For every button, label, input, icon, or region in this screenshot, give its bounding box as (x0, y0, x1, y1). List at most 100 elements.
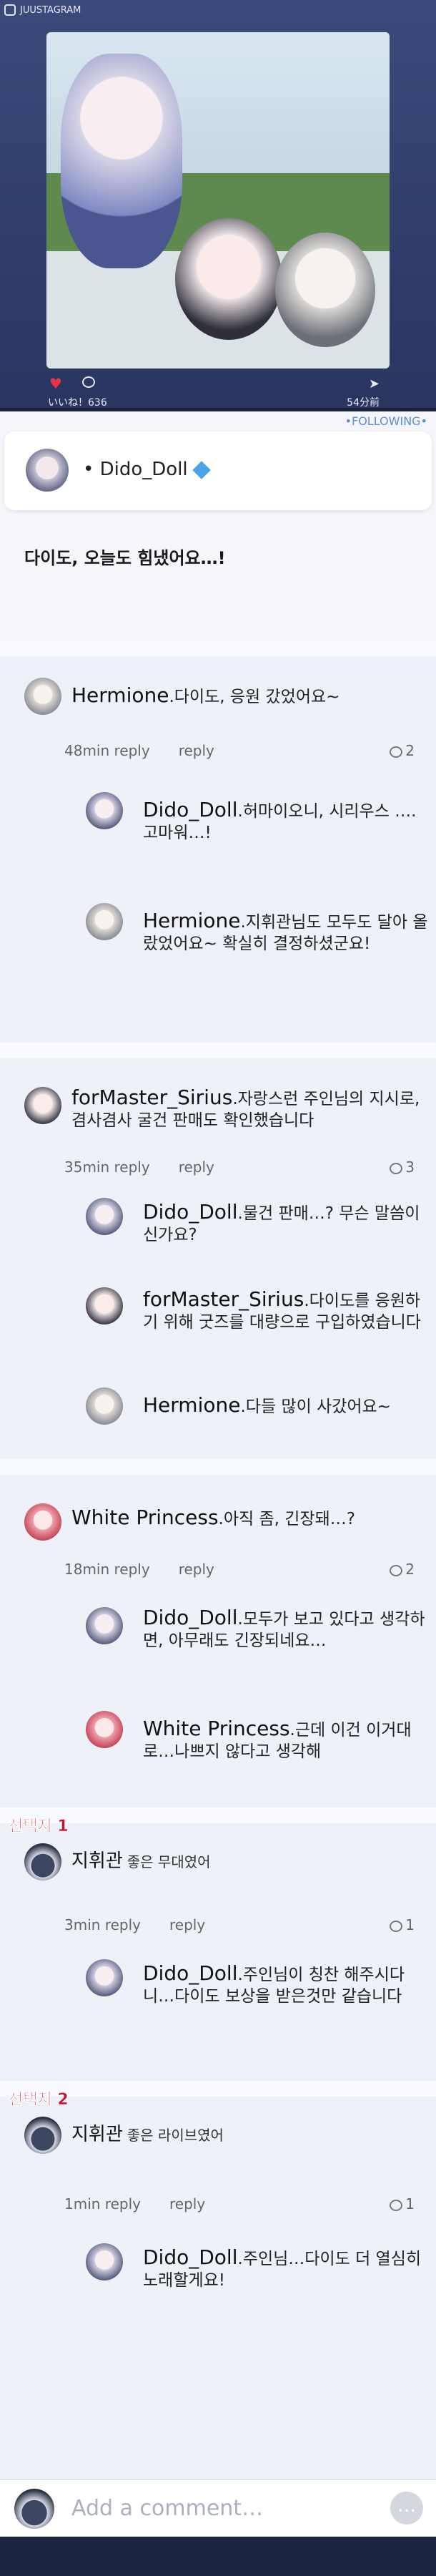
more-icon[interactable]: … (390, 2492, 423, 2524)
reply-author[interactable]: White Princess (143, 1717, 290, 1740)
reply-text: Dido_Doll.허마이오니, 시리우스 ….고마워…! (143, 798, 417, 843)
avatar[interactable] (26, 449, 69, 492)
comment-time: 1min reply (64, 2195, 141, 2212)
reply-count: 1 (390, 1916, 415, 1933)
comment-text: forMaster_Sirius.자랑스런 주인님의 지시로, 겸사겸사 굴건 … (71, 1085, 420, 1131)
comment-body: 좋은 라이브였어 (127, 2127, 224, 2144)
avatar[interactable] (86, 903, 123, 940)
comment-text: Hermione.다이도, 응원 갔었어요~ (71, 683, 340, 707)
reply-button[interactable]: reply (179, 742, 214, 759)
comment-body: 아직 좀, 긴장돼…? (223, 1510, 355, 1528)
reply-text: Dido_Doll.주인님이 칭찬 해주시다니…다이도 보상을 받은것만 같습니… (143, 1961, 405, 2006)
post-image[interactable] (46, 32, 390, 369)
avatar[interactable] (86, 1387, 123, 1425)
avatar[interactable] (86, 1607, 123, 1644)
comment-thread: forMaster_Sirius.자랑스런 주인님의 지시로, 겸사겸사 굴건 … (0, 1058, 436, 1459)
following-label[interactable]: •FOLLOWING• (345, 414, 427, 428)
comment-meta: 48min reply reply (64, 742, 214, 759)
like-count: いいね！636 (48, 397, 107, 409)
reply-author[interactable]: forMaster_Sirius (143, 1287, 304, 1311)
comment-input[interactable]: Add a comment… (71, 2496, 263, 2521)
reply-text: White Princess.근데 이건 이거대로…나쁘지 않다고 생각해 (143, 1717, 412, 1762)
divider (0, 1043, 436, 1058)
character-dido (61, 54, 182, 268)
avatar[interactable] (24, 1843, 61, 1880)
app-screen: JUUSTAGRAM ♥ ➤ いいね！636 54分前 •FOLLOWING• … (0, 0, 436, 2576)
post-time: 54分前 (347, 397, 380, 409)
reply-button[interactable]: reply (179, 1158, 214, 1176)
choice-thread: 선택지 1 지휘관 좋은 무대였어 3min reply reply 1 Dido_… (0, 1818, 436, 2081)
comment-author[interactable]: White Princess (71, 1506, 219, 1529)
avatar[interactable] (24, 1503, 61, 1541)
avatar (14, 2489, 54, 2529)
reply-count-value: 2 (405, 1561, 415, 1578)
comment-thread: Hermione.다이도, 응원 갔었어요~ 48min reply reply … (0, 656, 436, 1043)
avatar[interactable] (86, 1198, 123, 1235)
comment-time: 18min reply (64, 1561, 150, 1578)
reply-count: 2 (390, 742, 415, 759)
choice-label: 선택지 2 (9, 2091, 69, 2109)
reply-text: Hermione.지휘관님도 모두도 달아 올랐었어요~ 확실히 결정하셨군요! (143, 909, 428, 954)
reply-author[interactable]: Hermione (143, 1393, 240, 1417)
comment-text: White Princess.아직 좀, 긴장돼…? (71, 1506, 355, 1529)
comment-icon[interactable] (82, 376, 95, 388)
avatar[interactable] (24, 1087, 61, 1124)
reply-text: forMaster_Sirius.다이도를 응원하기 위해 굿즈를 대량으로 구… (143, 1287, 421, 1332)
avatar[interactable] (86, 1711, 123, 1748)
reply-author[interactable]: Hermione (143, 909, 240, 932)
comment-meta: 3min reply reply (64, 1916, 205, 1933)
reply-count: 3 (390, 1158, 415, 1176)
comment-time: 3min reply (64, 1916, 141, 1933)
character-sirius (175, 218, 282, 340)
post-photo-area: JUUSTAGRAM ♥ ➤ いいね！636 54分前 (0, 0, 436, 409)
comment-meta: 35min reply reply (64, 1158, 214, 1176)
reply-count-value: 2 (405, 742, 415, 759)
post-caption: 다이도, 오늘도 힘냈어요…! (24, 548, 226, 568)
choice-thread: 선택지 2 지휘관 좋은 라이브였어 1min reply reply 1 Dido… (0, 2091, 436, 2479)
post-author-card: • Dido_Doll (4, 431, 432, 510)
avatar[interactable] (86, 792, 123, 829)
reply-author[interactable]: Dido_Doll (143, 1200, 238, 1224)
reply-text: Dido_Doll.물건 판매…? 무슨 말씀이신가요? (143, 1200, 420, 1245)
comment-text: 지휘관 좋은 무대였어 (71, 1850, 422, 1873)
avatar[interactable] (86, 1287, 123, 1324)
post-author[interactable]: • Dido_Doll (83, 459, 211, 480)
reply-author[interactable]: Dido_Doll (143, 1961, 238, 1985)
reply-author[interactable]: Dido_Doll (143, 1606, 238, 1629)
comment-count-icon (390, 1920, 403, 1932)
reply-button[interactable]: reply (169, 2195, 205, 2212)
reply-body: 다들 많이 사갔어요~ (245, 1397, 391, 1416)
comment-author[interactable]: forMaster_Sirius (71, 1085, 232, 1109)
comment-count-icon (390, 2199, 403, 2211)
comment-thread: White Princess.아직 좀, 긴장돼…? 18min reply re… (0, 1475, 436, 1807)
comment-count-icon (390, 746, 403, 758)
avatar[interactable] (24, 678, 61, 715)
reply-author[interactable]: Dido_Doll (143, 798, 238, 821)
comment-body: 다이도, 응원 갔었어요~ (174, 688, 340, 706)
reply-count-value: 3 (405, 1158, 415, 1176)
comment-body: 좋은 무대였어 (127, 1853, 211, 1870)
comment-time: 48min reply (64, 742, 150, 759)
reply-button[interactable]: reply (179, 1561, 214, 1578)
heart-icon[interactable]: ♥ (49, 375, 62, 392)
avatar[interactable] (86, 1959, 123, 1996)
comment-count-icon (390, 1162, 403, 1174)
brand-name: JUUSTAGRAM (20, 4, 81, 16)
reply-author[interactable]: Dido_Doll (143, 2245, 238, 2269)
avatar[interactable] (24, 2117, 61, 2154)
comment-author[interactable]: 지휘관 (71, 2124, 123, 2145)
avatar[interactable] (86, 2243, 123, 2280)
comment-author[interactable]: 지휘관 (71, 1850, 123, 1872)
send-icon[interactable]: ➤ (369, 376, 380, 391)
comment-composer: Add a comment… … (0, 2479, 436, 2537)
comment-meta: 18min reply reply (64, 1561, 214, 1578)
comment-meta: 1min reply reply (64, 2195, 205, 2212)
reply-button[interactable]: reply (169, 1916, 205, 1933)
comment-count-icon (390, 1564, 403, 1576)
comment-text: 지휘관 좋은 라이브였어 (71, 2124, 422, 2146)
post-action-bar: ♥ ➤ いいね！636 54分前 (46, 372, 390, 409)
divider (0, 1459, 436, 1475)
comment-author[interactable]: Hermione (71, 683, 169, 707)
reply-text: Hermione.다들 많이 사갔어요~ (143, 1393, 391, 1417)
verified-badge-icon (192, 460, 211, 479)
